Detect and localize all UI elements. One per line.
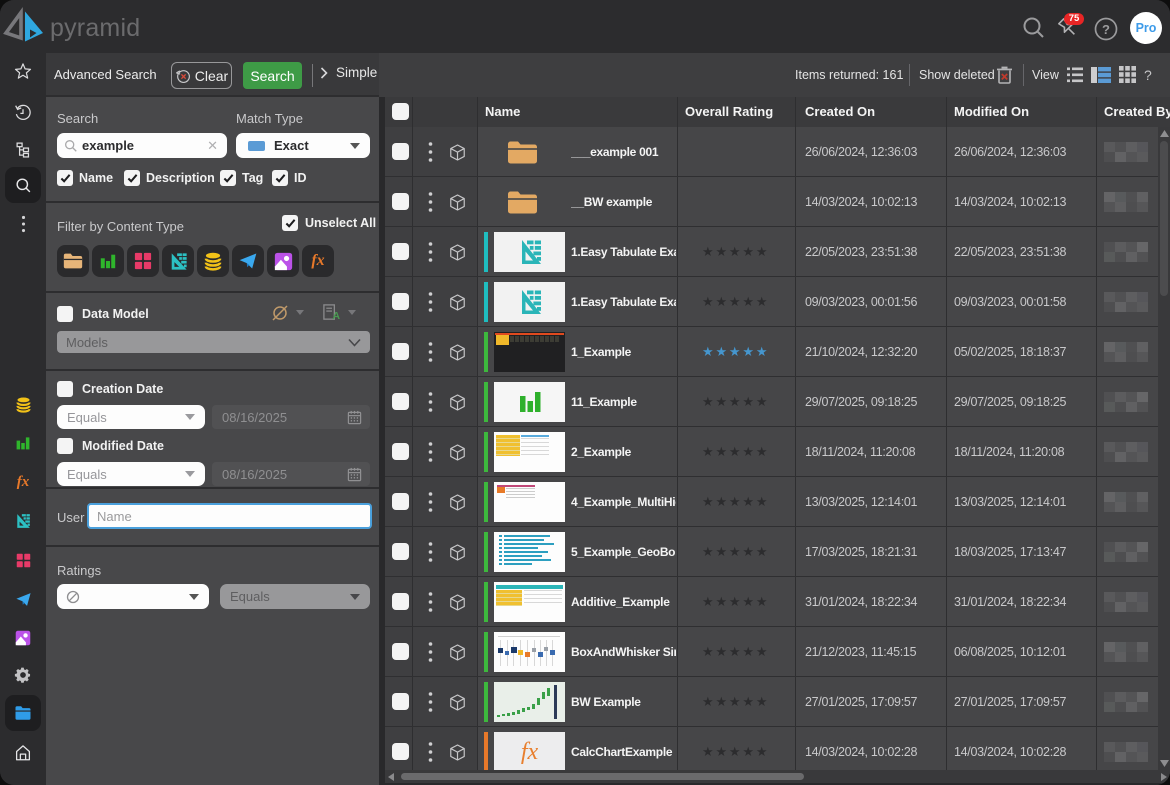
svg-text:?: ? [1102,22,1110,37]
svg-text:A: A [332,311,340,322]
